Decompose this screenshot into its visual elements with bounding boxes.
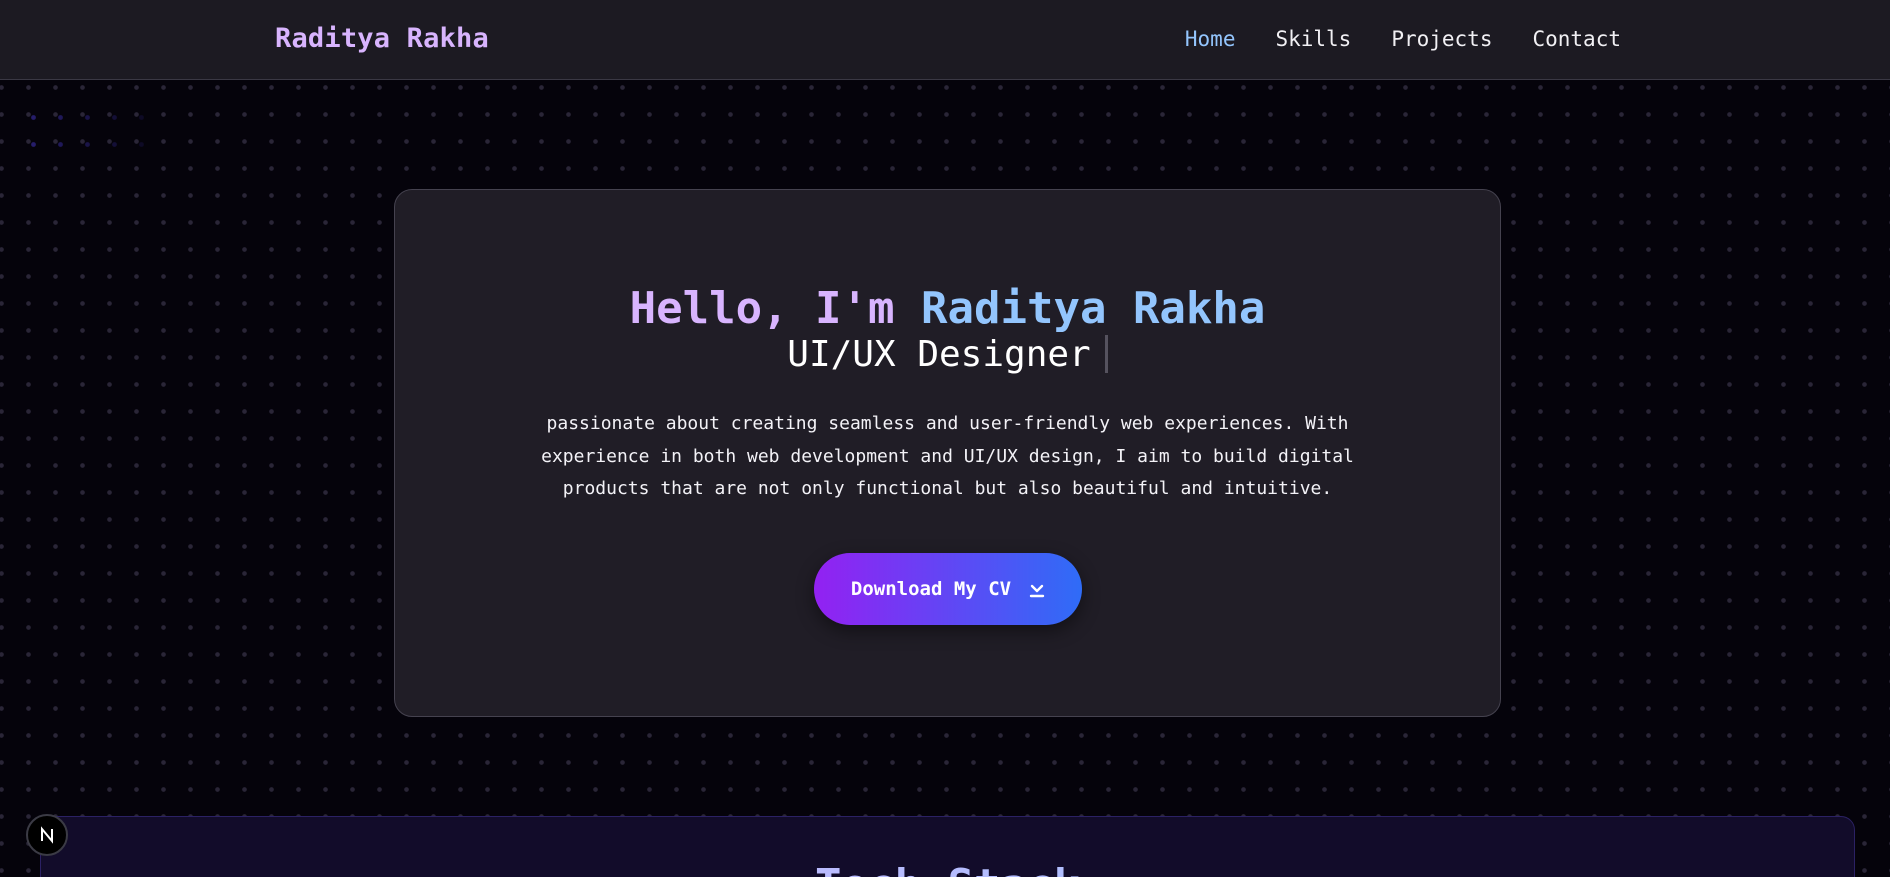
hero-name: Raditya Rakha	[921, 283, 1266, 334]
tech-stack-section: Tech Stack	[40, 816, 1855, 877]
hero-role-text: UI/UX Designer	[787, 334, 1091, 375]
nav-link-contact[interactable]: Contact	[1532, 24, 1621, 54]
navbar: Raditya Rakha Home Skills Projects Conta…	[0, 0, 1890, 80]
nextjs-icon	[41, 826, 53, 844]
nav-link-home[interactable]: Home	[1185, 24, 1236, 54]
nextjs-dev-indicator[interactable]	[26, 814, 68, 856]
nav-links: Home Skills Projects Contact	[1185, 24, 1621, 54]
tech-stack-title: Tech Stack	[41, 858, 1854, 877]
hero-title: Hello, I'm Raditya Rakha	[395, 281, 1500, 337]
typing-cursor	[1104, 335, 1108, 373]
nav-link-skills[interactable]: Skills	[1275, 24, 1351, 54]
download-cv-label: Download My CV	[850, 578, 1012, 600]
download-cv-button[interactable]: Download My CV	[814, 553, 1082, 625]
brand-logo[interactable]: Raditya Rakha	[275, 21, 489, 57]
hero-card: Hello, I'm Raditya Rakha UI/UX Designer …	[394, 189, 1501, 717]
hero-greeting: Hello, I'm	[629, 283, 922, 334]
nav-link-projects[interactable]: Projects	[1391, 24, 1492, 54]
download-icon	[1029, 584, 1045, 598]
page: Raditya Rakha Home Skills Projects Conta…	[0, 0, 1890, 877]
decorative-dots	[20, 104, 160, 150]
hero-description: passionate about creating seamless and u…	[541, 413, 1354, 499]
hero-role: UI/UX Designer	[395, 332, 1500, 378]
